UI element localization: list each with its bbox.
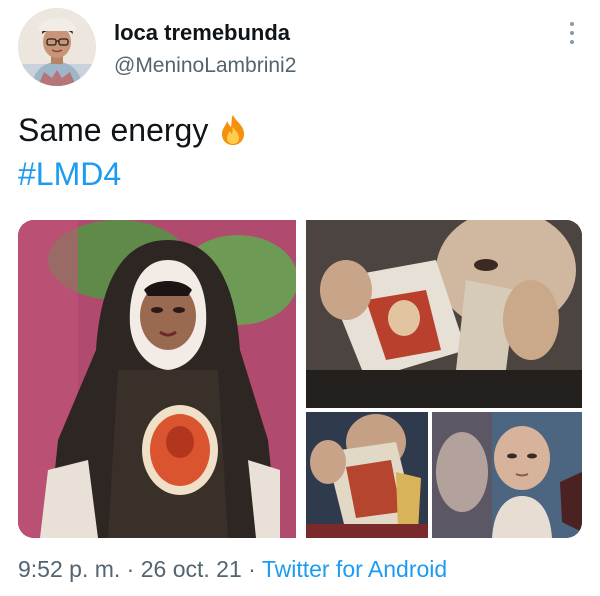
- profile-avatar[interactable]: [18, 8, 96, 86]
- author-handle[interactable]: @MeninoLambrini2: [114, 54, 296, 78]
- media-grid: [18, 220, 582, 538]
- fire-emoji-icon: [216, 113, 250, 147]
- tweet-metadata: 9:52 p. m. · 26 oct. 21 · Twitter for An…: [18, 556, 447, 583]
- tweet-text: Same energy #LMD4: [18, 108, 578, 196]
- photo-tearing-closeup-image[interactable]: [306, 412, 428, 538]
- tweet-source-link[interactable]: Twitter for Android: [262, 556, 447, 582]
- drag-queen-nun-image[interactable]: [18, 220, 296, 538]
- meta-separator: ·: [248, 556, 256, 582]
- tweet-date[interactable]: 26 oct. 21: [141, 556, 242, 582]
- shaved-head-woman-image[interactable]: [432, 412, 582, 538]
- more-options-icon[interactable]: [568, 22, 576, 44]
- hashtag-link[interactable]: #LMD4: [18, 152, 121, 196]
- tweet-time[interactable]: 9:52 p. m.: [18, 556, 120, 582]
- tweet-body-text: Same energy: [18, 112, 209, 148]
- author-display-name[interactable]: loca tremebunda: [114, 20, 290, 46]
- tweet-header: loca tremebunda @MeninoLambrini2: [18, 8, 584, 88]
- meta-separator: ·: [126, 556, 135, 582]
- photo-tearing-image[interactable]: [306, 220, 582, 408]
